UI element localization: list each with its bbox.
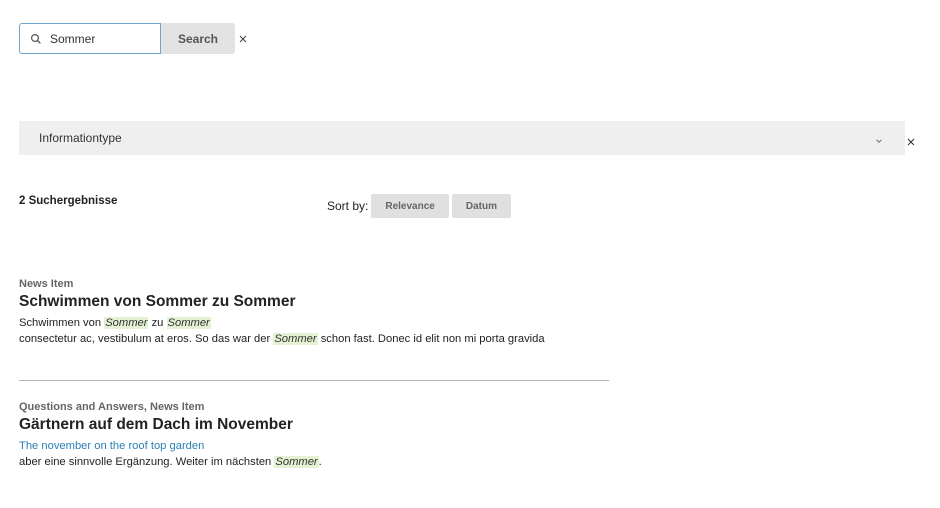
dropdown-label: Informationtype <box>39 131 122 145</box>
result-type: News Item <box>19 278 74 290</box>
result-snippet: consectetur ac, vestibulum at eros. So d… <box>19 333 545 345</box>
result-count: 2 Suchergebnisse <box>19 195 118 207</box>
search-bar: Search <box>19 23 248 54</box>
search-result: News Item Schwimmen von Sommer zu Sommer… <box>19 278 609 345</box>
information-type-dropdown[interactable]: Informationtype <box>19 121 905 155</box>
search-icon <box>30 33 42 45</box>
search-result: Questions and Answers, News Item Gärtner… <box>19 401 609 468</box>
highlight: Sommer <box>274 456 319 468</box>
search-field[interactable] <box>19 23 161 54</box>
sort-label: Sort by: <box>327 199 369 213</box>
result-title[interactable]: Schwimmen von Sommer zu Sommer <box>19 293 609 311</box>
sort-controls: Sort by: Relevance Datum <box>327 194 514 218</box>
search-button[interactable]: Search <box>161 23 235 54</box>
highlight: Sommer <box>273 333 318 345</box>
highlight: Sommer <box>104 317 149 329</box>
clear-filter-icon[interactable] <box>907 133 915 146</box>
highlight: Sommer <box>166 317 211 329</box>
result-link[interactable]: The november on the roof top garden <box>19 440 204 452</box>
result-link-line: The november on the roof top garden <box>19 440 609 452</box>
chevron-down-icon <box>875 134 883 143</box>
result-type: Questions and Answers, News Item <box>19 401 205 413</box>
sort-date-button[interactable]: Datum <box>451 194 511 218</box>
result-snippet: Schwimmen von Sommer zu Sommer <box>19 317 211 329</box>
clear-search-icon[interactable] <box>238 34 248 44</box>
result-title[interactable]: Gärtnern auf dem Dach im November <box>19 416 609 434</box>
sort-relevance-button[interactable]: Relevance <box>371 194 449 218</box>
result-snippet: aber eine sinnvolle Ergänzung. Weiter im… <box>19 456 322 468</box>
result-divider <box>19 380 609 381</box>
search-input[interactable] <box>50 31 150 46</box>
